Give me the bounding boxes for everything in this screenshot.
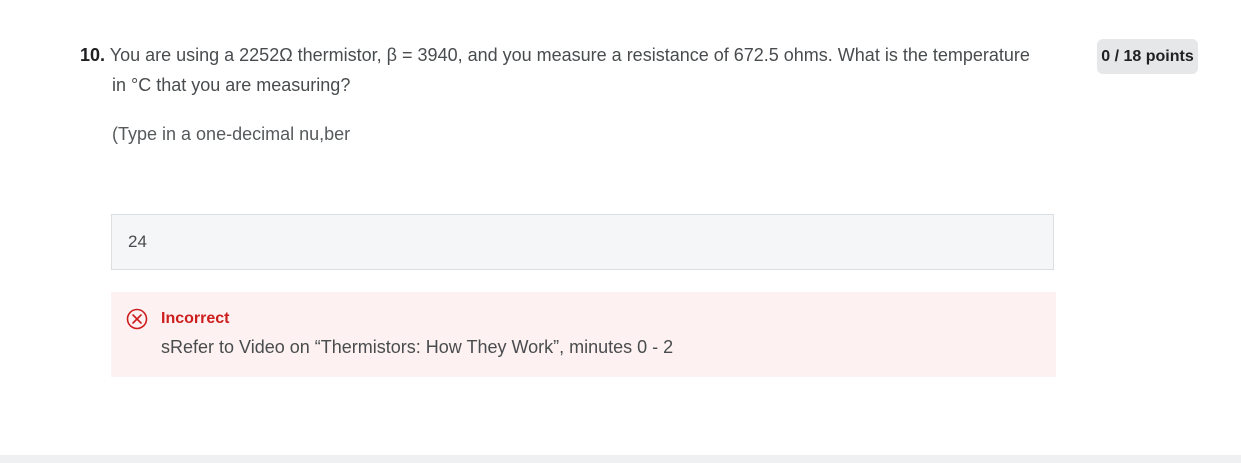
question-instruction: (Type in a one-decimal nu,ber xyxy=(112,124,351,144)
question-text-line-2: in °C that you are measuring? xyxy=(112,75,351,95)
feedback-message: sRefer to Video on “Thermistors: How The… xyxy=(161,337,674,357)
feedback-panel: Incorrect sRefer to Video on “Thermistor… xyxy=(111,292,1056,377)
feedback-status: Incorrect xyxy=(161,310,230,327)
question-line-1: 10. You are using a 2252Ω thermistor, β … xyxy=(80,40,1060,70)
x-circle-icon xyxy=(126,308,148,330)
answer-field[interactable]: 24 xyxy=(111,214,1054,270)
quiz-question-page: 10. You are using a 2252Ω thermistor, β … xyxy=(0,0,1241,463)
question-line-2: in °C that you are measuring? xyxy=(80,70,1060,100)
bottom-divider xyxy=(0,455,1241,463)
question-block: 10. You are using a 2252Ω thermistor, β … xyxy=(80,40,1060,100)
question-number: 10. xyxy=(80,45,106,65)
question-text-line-1: You are using a 2252Ω thermistor, β = 39… xyxy=(109,45,1030,65)
points-badge: 0 / 18 points xyxy=(1097,39,1198,74)
